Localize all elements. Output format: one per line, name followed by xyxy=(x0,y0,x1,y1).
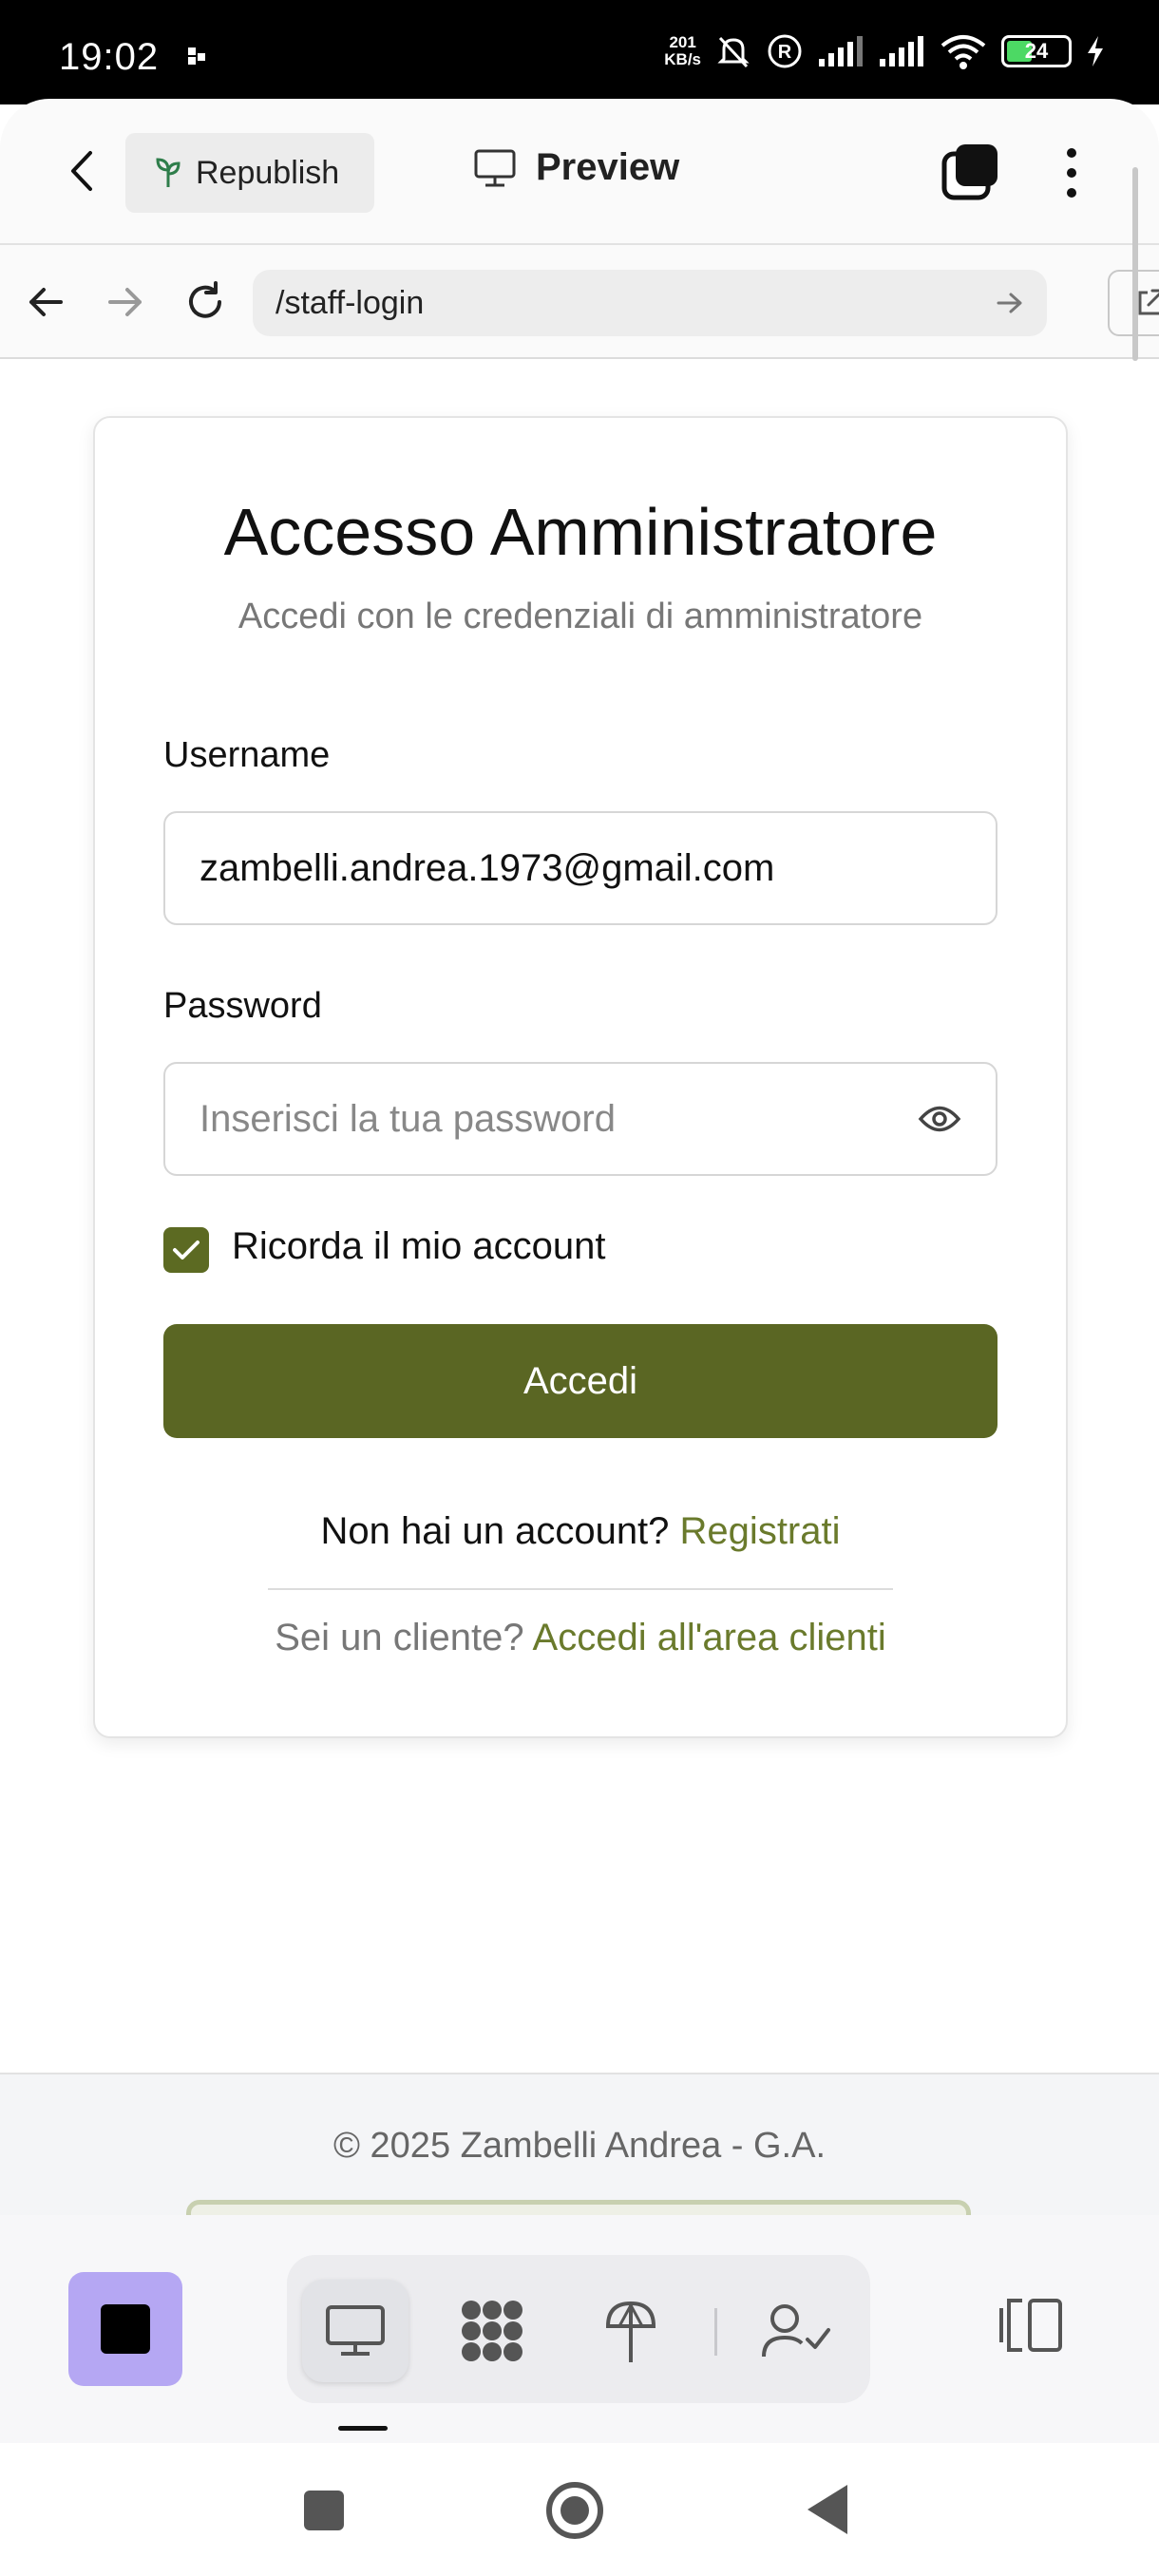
workspace-button[interactable] xyxy=(439,2280,545,2382)
user-check-icon xyxy=(762,2304,830,2358)
view-switcher xyxy=(287,2255,870,2403)
divider xyxy=(268,1588,893,1590)
recents-icon xyxy=(304,2491,344,2530)
signal-2-icon xyxy=(880,36,923,66)
net-speed: 201 KB/s xyxy=(664,33,701,68)
password-placeholder: Inserisci la tua password xyxy=(200,1097,616,1140)
republish-label: Republish xyxy=(196,154,340,191)
more-menu-button[interactable] xyxy=(1054,142,1089,203)
footer-banner xyxy=(186,2200,971,2215)
reload-icon xyxy=(189,281,221,318)
panel-toggle-button[interactable] xyxy=(996,2295,1066,2360)
republish-button[interactable]: Republish xyxy=(125,133,374,213)
charging-icon xyxy=(1088,36,1103,66)
desktop-view-button[interactable] xyxy=(302,2280,408,2382)
system-back-button[interactable] xyxy=(806,2483,849,2541)
tabs-icon xyxy=(941,144,998,200)
go-arrow-icon[interactable] xyxy=(996,291,1024,315)
system-back-icon xyxy=(808,2485,847,2534)
client-area-link[interactable]: Accedi all'area clienti xyxy=(533,1617,886,1658)
stop-button[interactable] xyxy=(68,2272,182,2386)
client-text: Sei un cliente? xyxy=(275,1617,524,1658)
stop-icon xyxy=(101,2304,150,2354)
status-time: 19:02 xyxy=(59,36,160,78)
system-nav-bar xyxy=(0,2443,1159,2576)
url-text: /staff-login xyxy=(276,284,425,321)
reload-button[interactable] xyxy=(177,274,234,331)
sprout-icon xyxy=(156,158,180,187)
auth-button[interactable] xyxy=(743,2280,849,2382)
copyright-text: © 2025 Zambelli Andrea - G.A. xyxy=(332,2126,826,2166)
recents-button[interactable] xyxy=(302,2489,346,2537)
signal-1-icon xyxy=(819,36,863,66)
arrow-left-icon xyxy=(29,288,63,316)
check-icon xyxy=(173,1241,200,1260)
status-icons: 201 KB/s R 24 xyxy=(664,32,1106,70)
svg-text:R: R xyxy=(778,42,792,63)
password-field[interactable]: Inserisci la tua password xyxy=(163,1062,998,1176)
deploy-button[interactable] xyxy=(578,2280,684,2382)
tabs-button[interactable] xyxy=(940,142,999,206)
battery-icon: 24 xyxy=(1001,35,1072,67)
login-button[interactable]: Accedi xyxy=(163,1324,998,1438)
back-chevron-icon xyxy=(71,151,92,191)
username-field[interactable]: zambelli.andrea.1973@gmail.com xyxy=(163,811,998,925)
nav-forward-button[interactable] xyxy=(97,274,154,331)
notification-dot-icon xyxy=(186,46,207,71)
registered-icon: R xyxy=(768,34,802,68)
client-prompt: Sei un cliente? Accedi all'area clienti xyxy=(95,1617,1066,1659)
preview-title: Preview xyxy=(473,146,679,189)
monitor-icon xyxy=(474,149,516,186)
login-card: Accesso Amministratore Accedi con le cre… xyxy=(93,416,1068,1738)
panel-icon xyxy=(999,2299,1062,2352)
browser-url-bar: /staff-login xyxy=(0,245,1159,359)
grid-icon xyxy=(462,2301,522,2361)
page-title: Accesso Amministratore xyxy=(223,495,938,569)
password-label: Password xyxy=(163,986,322,1026)
username-label: Username xyxy=(163,735,331,775)
more-vert-icon xyxy=(1067,148,1076,158)
deploy-icon xyxy=(605,2301,656,2362)
preview-label: Preview xyxy=(536,146,680,188)
status-bar: 19:02 201 KB/s R 24 xyxy=(0,0,1159,104)
no-account-text: Non hai un account? xyxy=(320,1510,670,1552)
toolbar-divider xyxy=(714,2308,717,2356)
home-icon xyxy=(546,2482,603,2539)
remember-checkbox[interactable] xyxy=(163,1227,209,1273)
page-subtitle: Accedi con le credenziali di amministrat… xyxy=(238,597,923,636)
page-scrollbar[interactable] xyxy=(1132,167,1138,361)
register-prompt: Non hai un account? Registrati xyxy=(95,1510,1066,1553)
bell-off-icon xyxy=(717,36,750,68)
app-header: Republish Preview xyxy=(0,99,1159,245)
url-input[interactable]: /staff-login xyxy=(253,270,1047,336)
page-footer: © 2025 Zambelli Andrea - G.A. xyxy=(0,2073,1159,2215)
active-indicator xyxy=(338,2426,388,2431)
remember-label[interactable]: Ricorda il mio account xyxy=(232,1225,606,1268)
bottom-toolbar xyxy=(0,2215,1159,2443)
username-value: zambelli.andrea.1973@gmail.com xyxy=(200,846,775,889)
wifi-icon xyxy=(940,35,986,69)
desktop-icon xyxy=(326,2305,385,2356)
back-button[interactable] xyxy=(55,144,108,198)
arrow-right-icon xyxy=(108,288,142,316)
eye-icon[interactable] xyxy=(918,1103,961,1135)
register-link[interactable]: Registrati xyxy=(680,1510,841,1552)
home-button[interactable] xyxy=(543,2479,606,2547)
nav-back-button[interactable] xyxy=(17,274,74,331)
